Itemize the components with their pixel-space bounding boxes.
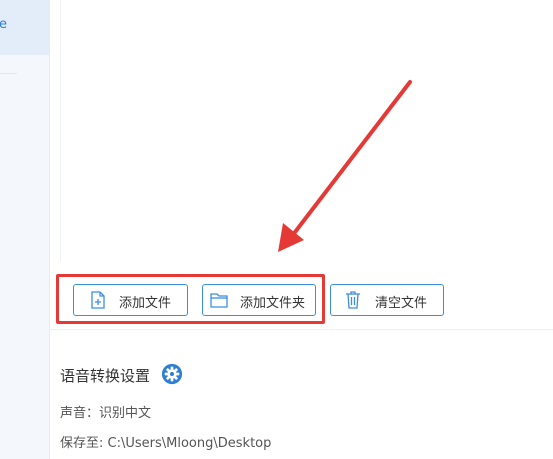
sidebar-item-active[interactable]: e [0, 0, 49, 55]
save-path-label: 保存至: [60, 436, 104, 451]
trash-icon [346, 291, 360, 309]
file-list-area[interactable] [60, 0, 553, 262]
sidebar-item-label: e [0, 17, 7, 32]
sidebar-divider [0, 73, 17, 74]
gear-icon[interactable] [161, 363, 183, 385]
settings-title: 语音转换设置 [60, 367, 151, 385]
voice-value[interactable]: 识别中文 [99, 406, 151, 421]
save-path-setting: 保存至: C:\Users\Mloong\Desktop [60, 432, 271, 451]
voice-setting: 声音：识别中文 [60, 402, 151, 421]
voice-label: 声音： [60, 406, 100, 421]
sidebar: e [0, 0, 50, 459]
highlight-box [56, 274, 325, 324]
save-path-value[interactable]: C:\Users\Mloong\Desktop [108, 436, 272, 451]
clear-files-button[interactable]: 清空文件 [330, 284, 444, 316]
section-divider [49, 329, 553, 330]
clear-files-label: 清空文件 [375, 296, 428, 311]
